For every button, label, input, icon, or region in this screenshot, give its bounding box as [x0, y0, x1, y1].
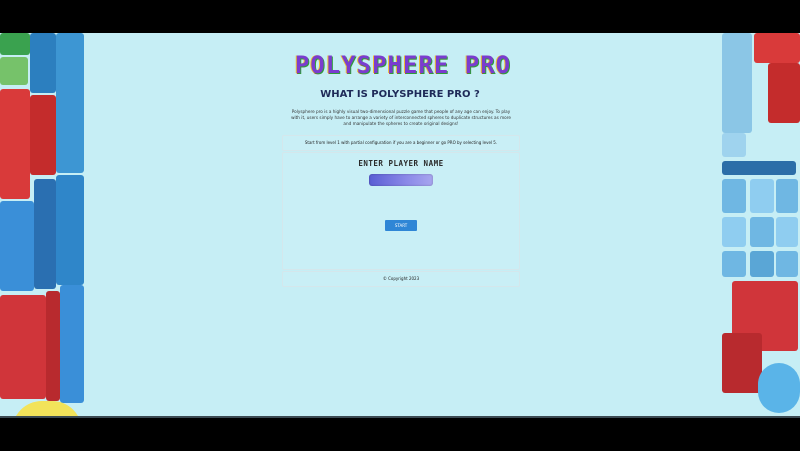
copyright-text: © Copyright 2023: [382, 276, 420, 281]
level-info-text: Start from level 1 with partial configur…: [304, 140, 498, 145]
divider: [0, 416, 800, 418]
game-description: Polysphere pro is a highly visual two-di…: [291, 109, 511, 126]
game-title: POLYSPHERE PRO: [294, 51, 512, 79]
page-subtitle: WHAT IS POLYSPHERE PRO ?: [320, 89, 480, 100]
enter-player-name-label: ENTER PLAYER NAME: [358, 159, 444, 168]
player-name-input[interactable]: [369, 174, 433, 186]
right-decor-blocks: [718, 33, 800, 416]
game-page: POLYSPHERE PRO WHAT IS POLYSPHERE PRO ? …: [0, 33, 800, 416]
footer-panel: © Copyright 2023: [282, 271, 520, 287]
letterbox-bottom: [0, 416, 800, 451]
left-decor-blocks: [0, 33, 85, 416]
player-form-panel: ENTER PLAYER NAME START: [282, 152, 520, 270]
start-button[interactable]: START: [385, 220, 417, 231]
level-info-panel: Start from level 1 with partial configur…: [282, 135, 520, 151]
letterbox-top: [0, 0, 800, 33]
